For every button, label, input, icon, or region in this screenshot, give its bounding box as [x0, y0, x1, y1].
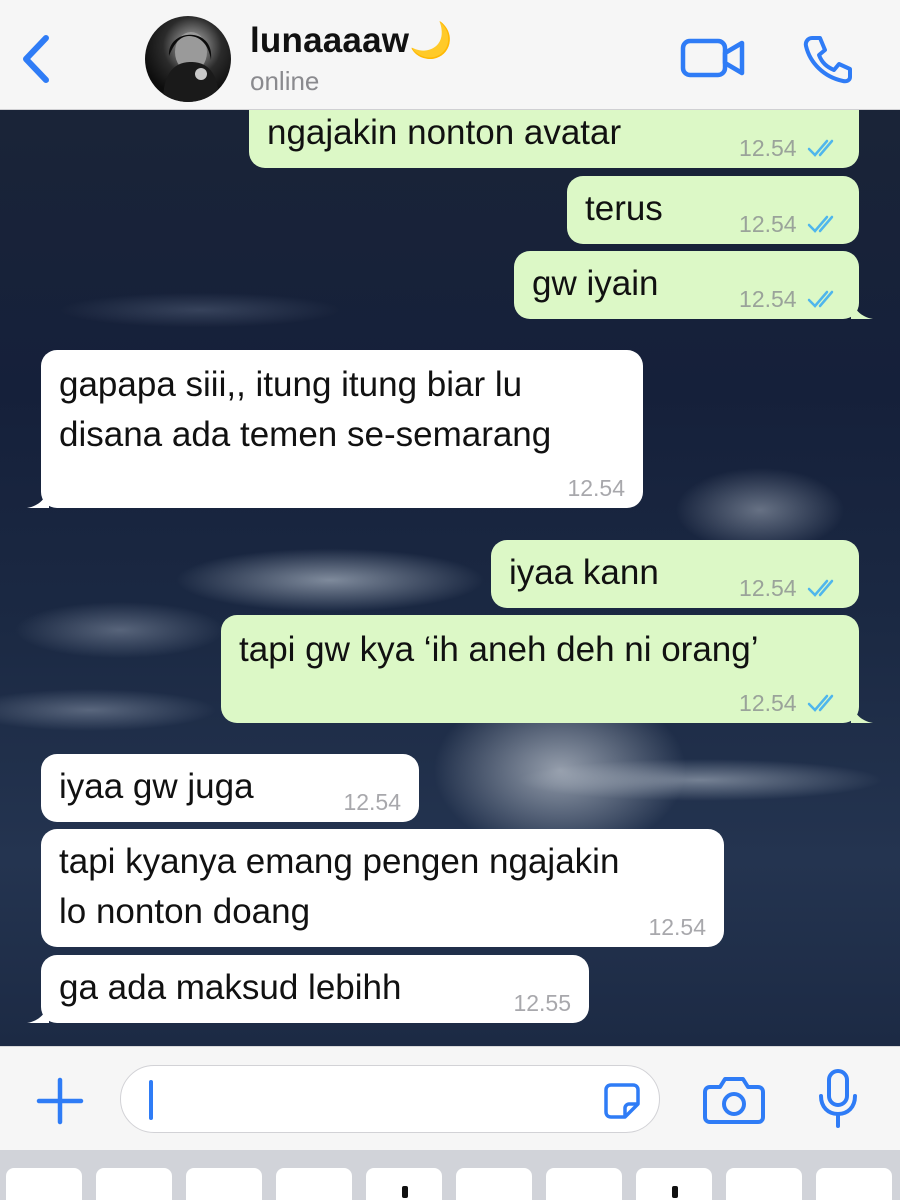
keyboard-key[interactable] [96, 1168, 172, 1200]
bubble-tail [851, 297, 873, 319]
message-text: gw iyain [532, 264, 659, 303]
sticker-icon [604, 1083, 640, 1119]
message-meta: 12.54 [739, 134, 841, 162]
back-button[interactable] [18, 32, 58, 86]
keyboard-key[interactable] [636, 1168, 712, 1200]
message-bubble-outgoing[interactable]: tapi gw kya ‘ih aneh deh ni orang’ 12.54 [221, 615, 873, 723]
key-glyph [672, 1186, 678, 1198]
video-camera-icon [680, 38, 745, 78]
message-time: 12.54 [739, 690, 797, 716]
message-meta: 12.54 [739, 285, 841, 313]
keyboard-key[interactable] [366, 1168, 442, 1200]
double-check-icon [807, 694, 834, 712]
message-bubble-outgoing[interactable]: gw iyain 12.54 [514, 251, 873, 319]
message-text: iyaa kann [509, 553, 659, 592]
keyboard-key[interactable] [276, 1168, 352, 1200]
keyboard-key[interactable] [6, 1168, 82, 1200]
message-text: ngajakin nonton avatar [267, 113, 622, 152]
message-text-line: disana ada temen se-semarang [59, 415, 552, 454]
message-time: 12.54 [343, 789, 401, 815]
contact-name[interactable]: lunaaaaw🌙 [250, 20, 453, 61]
plus-icon [36, 1077, 84, 1125]
double-check-icon [807, 139, 834, 157]
message-text: terus [585, 189, 663, 228]
message-text-line: gapapa siii,, itung itung biar lu [59, 365, 523, 404]
bubble-tail [851, 701, 873, 723]
chevron-left-icon [23, 35, 49, 83]
voice-message-button[interactable] [818, 1069, 858, 1129]
text-caret [149, 1080, 153, 1120]
avatar-photo [163, 32, 219, 102]
keyboard-key[interactable] [456, 1168, 532, 1200]
chat-area[interactable]: ngajakin nonton avatar 12.54 terus 12.54… [0, 110, 900, 1046]
message-bubble-incoming[interactable]: ga ada maksud lebihh 12.55 [27, 955, 589, 1023]
key-glyph [402, 1186, 408, 1198]
message-text-line: tapi kyanya emang pengen ngajakin [59, 842, 620, 881]
message-text: tapi gw kya ‘ih aneh deh ni orang’ [239, 630, 759, 669]
double-check-icon [807, 215, 834, 233]
message-time: 12.54 [739, 575, 797, 601]
message-bubble-outgoing[interactable]: ngajakin nonton avatar 12.54 [249, 110, 859, 168]
bubble-tail [27, 1001, 49, 1023]
message-bubble-outgoing[interactable]: terus 12.54 [567, 176, 859, 244]
attach-button[interactable] [35, 1076, 85, 1126]
message-time: 12.55 [513, 990, 571, 1016]
message-bubble-incoming[interactable]: gapapa siii,, itung itung biar lu disana… [27, 350, 643, 508]
keyboard-key[interactable] [186, 1168, 262, 1200]
phone-icon [803, 36, 852, 84]
camera-button[interactable] [702, 1075, 766, 1125]
video-call-button[interactable] [680, 36, 746, 80]
message-input-bar [0, 1046, 900, 1150]
message-input[interactable] [120, 1065, 660, 1133]
message-time: 12.54 [567, 475, 625, 501]
keyboard [0, 1150, 900, 1200]
keyboard-key[interactable] [726, 1168, 802, 1200]
bubble-tail [27, 486, 49, 508]
message-meta: 12.54 [739, 574, 841, 602]
double-check-icon [807, 290, 834, 308]
microphone-icon [819, 1069, 857, 1128]
keyboard-key[interactable] [546, 1168, 622, 1200]
message-bubble-incoming[interactable]: iyaa gw juga 12.54 [41, 754, 419, 822]
message-time: 12.54 [739, 135, 797, 161]
message-meta: 12.54 [739, 689, 841, 717]
message-meta: 12.54 [739, 210, 841, 238]
message-text: iyaa gw juga [59, 767, 254, 806]
message-time: 12.54 [739, 286, 797, 312]
message-bubble-outgoing[interactable]: iyaa kann 12.54 [491, 540, 859, 608]
message-text-line: lo nonton doang [59, 892, 311, 931]
message-bubble-incoming[interactable]: tapi kyanya emang pengen ngajakin lo non… [41, 829, 724, 947]
sticker-button[interactable] [603, 1082, 641, 1120]
contact-avatar[interactable] [145, 16, 231, 102]
message-time: 12.54 [739, 211, 797, 237]
chat-header: lunaaaaw🌙 online [0, 0, 900, 110]
double-check-icon [807, 579, 834, 597]
voice-call-button[interactable] [802, 34, 854, 84]
contact-status: online [250, 66, 320, 96]
keyboard-key[interactable] [816, 1168, 892, 1200]
message-text: ga ada maksud lebihh [59, 968, 402, 1007]
camera-icon [703, 1077, 765, 1124]
message-time: 12.54 [648, 914, 706, 940]
